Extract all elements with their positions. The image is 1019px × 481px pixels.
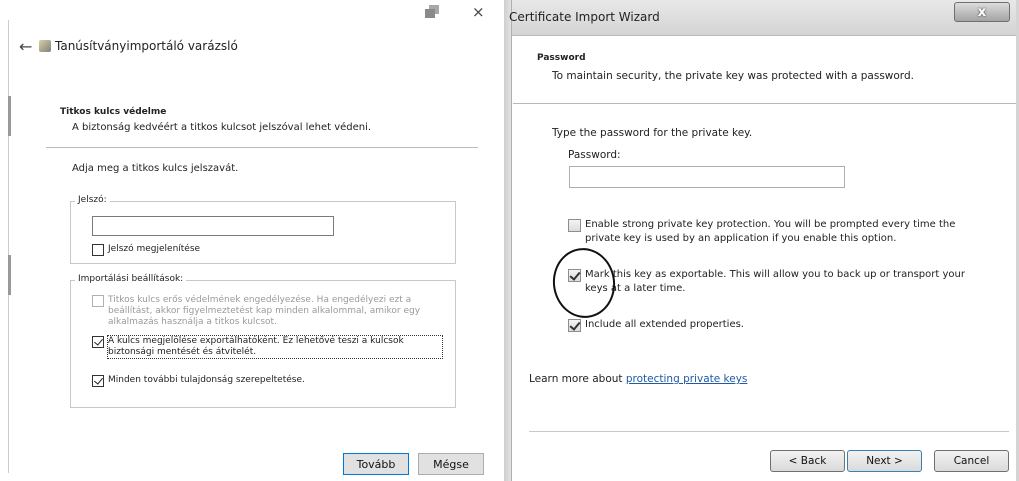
password-prompt: Adja meg a titkos kulcs jelszavát. [72, 163, 239, 174]
include-properties-checkbox[interactable] [568, 319, 581, 332]
password-prompt: Type the password for the private key. [552, 127, 753, 139]
import-options-group: Importálási beállítások: Titkos kulcs er… [70, 274, 456, 408]
restore-window-icon[interactable] [425, 5, 441, 19]
learn-more-text: Learn more about [529, 373, 626, 385]
password-group: Jelszó: Jelszó megjelenítése [70, 195, 456, 264]
include-properties-label: Minden további tulajdonság szerepeltetés… [108, 375, 305, 385]
next-button[interactable]: Tovább [343, 453, 409, 475]
import-options-label: Importálási beállítások: [75, 274, 187, 284]
next-button[interactable]: Next > [847, 450, 922, 472]
close-icon[interactable]: × [472, 3, 485, 21]
section-subtitle: To maintain security, the private key wa… [552, 70, 914, 82]
strong-protection-row: Titkos kulcs erős védelmének engedélyezé… [92, 295, 452, 328]
mark-exportable-checkbox[interactable] [92, 336, 104, 348]
show-password-label: Jelszó megjelenítése [108, 244, 201, 254]
include-properties-checkbox[interactable] [92, 375, 104, 387]
window-title: Tanúsítványimportáló varázsló [55, 39, 238, 53]
learn-more: Learn more about protecting private keys [529, 373, 747, 385]
show-password-checkbox[interactable] [92, 244, 104, 256]
strong-protection-label: Titkos kulcs erős védelmének engedélyezé… [108, 295, 421, 327]
password-group-label: Jelszó: [75, 195, 110, 205]
mark-exportable-row[interactable]: Mark this key as exportable. This will a… [568, 268, 968, 296]
protecting-private-keys-link[interactable]: protecting private keys [626, 373, 748, 385]
section-title: Titkos kulcs védelme [60, 107, 167, 117]
back-arrow-icon[interactable]: ← [19, 37, 32, 56]
window-edge-mark [8, 96, 11, 136]
mark-exportable-label: Mark this key as exportable. This will a… [585, 269, 965, 294]
strong-protection-label: Enable strong private key protection. Yo… [585, 219, 956, 244]
back-button[interactable]: < Back [770, 450, 845, 472]
password-input[interactable] [569, 166, 845, 188]
window-frame [504, 0, 512, 481]
left-wizard-window: × ← Tanúsítványimportáló varázsló Titkos… [0, 0, 500, 481]
strong-protection-row[interactable]: Enable strong private key protection. Yo… [568, 218, 968, 246]
close-icon[interactable]: x [954, 2, 1010, 22]
include-properties-row[interactable]: Minden további tulajdonság szerepeltetés… [92, 375, 305, 387]
include-properties-row[interactable]: Include all extended properties. [568, 318, 744, 332]
cancel-button[interactable]: Mégse [418, 453, 484, 475]
section-subtitle: A biztonság kedvéért a titkos kulcsot je… [72, 122, 372, 133]
cancel-button[interactable]: Cancel [934, 450, 1009, 472]
window-title: Certificate Import Wizard [509, 10, 660, 24]
strong-protection-checkbox [92, 295, 104, 307]
mark-exportable-label: A kulcs megjelölése exportálhatóként. Ez… [107, 335, 443, 359]
strong-protection-checkbox[interactable] [568, 219, 581, 232]
header-divider [46, 147, 478, 148]
window-edge-mark [8, 255, 11, 295]
window-edge [8, 20, 9, 473]
mark-exportable-row[interactable]: A kulcs megjelölése exportálhatóként. Ez… [92, 335, 443, 359]
show-password-row[interactable]: Jelszó megjelenítése [92, 244, 200, 256]
include-properties-label: Include all extended properties. [585, 319, 744, 330]
certificate-wizard-icon [39, 40, 51, 52]
password-input[interactable] [92, 216, 334, 236]
section-title: Password [537, 53, 586, 63]
footer-divider [529, 431, 1009, 432]
right-wizard-window: Certificate Import Wizard x Password To … [504, 0, 1019, 481]
password-label: Password: [568, 149, 621, 161]
